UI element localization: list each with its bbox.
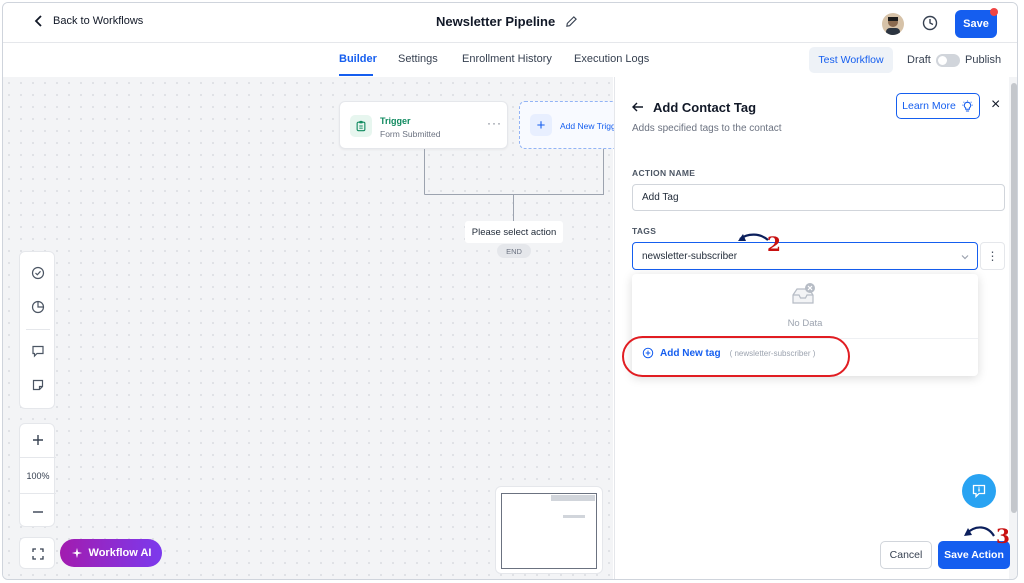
unsaved-indicator-dot <box>990 8 998 16</box>
plus-icon: + <box>530 114 552 136</box>
tab-settings[interactable]: Settings <box>398 53 438 65</box>
connector-line <box>424 149 425 194</box>
tags-label: TAGS <box>632 226 657 236</box>
select-action-node[interactable]: Please select action <box>465 221 563 243</box>
minimap[interactable] <box>495 486 603 574</box>
tab-execution-logs[interactable]: Execution Logs <box>574 53 649 65</box>
tags-input-value: newsletter-subscriber <box>642 250 738 262</box>
panel-title: Add Contact Tag <box>653 100 757 115</box>
minimap-viewport <box>501 493 597 569</box>
add-new-trigger-node[interactable]: + Add New Trigger <box>519 101 629 149</box>
tags-input[interactable]: newsletter-subscriber <box>632 242 978 270</box>
chat-info-icon <box>972 484 986 499</box>
fit-view-button[interactable] <box>19 537 55 569</box>
action-panel: Add Contact Tag Adds specified tags to t… <box>614 77 1009 579</box>
zoom-divider <box>20 457 56 458</box>
kebab-icon: ⋮ <box>986 249 999 263</box>
zoom-divider <box>20 493 56 494</box>
trigger-label: Trigger <box>380 116 411 126</box>
trigger-node[interactable]: Trigger Form Submitted ··· <box>339 101 508 149</box>
connector-line <box>513 194 514 221</box>
annotation-step-2: 2 <box>767 232 781 256</box>
lightbulb-icon <box>962 99 973 111</box>
connector-line <box>424 194 604 195</box>
tags-options-button[interactable]: ⋮ <box>980 242 1005 270</box>
highlight-oval <box>622 336 850 377</box>
tab-enrollment-history[interactable]: Enrollment History <box>462 53 552 65</box>
expand-icon <box>29 545 47 563</box>
action-name-input[interactable]: Add Tag <box>632 184 1005 211</box>
annotation-arrow-icon <box>738 233 769 241</box>
more-options-icon[interactable]: ··· <box>487 116 502 130</box>
clipboard-icon <box>350 115 372 137</box>
empty-inbox-icon <box>792 283 815 304</box>
end-node: END <box>497 244 531 258</box>
annotation-step-3: 3 <box>996 524 1010 548</box>
annotation-arrow-icon <box>964 526 995 537</box>
trigger-subtitle: Form Submitted <box>380 129 441 139</box>
check-circle-icon[interactable] <box>29 264 47 282</box>
draft-label: Draft <box>907 54 931 66</box>
workflow-ai-button[interactable]: Workflow AI <box>60 539 162 567</box>
history-icon[interactable] <box>921 14 939 32</box>
learn-more-label: Learn More <box>902 100 956 112</box>
panel-description: Adds specified tags to the contact <box>632 123 782 134</box>
sticky-note-icon[interactable] <box>29 376 47 394</box>
learn-more-button[interactable]: Learn More <box>896 93 980 119</box>
zoom-in-icon[interactable] <box>29 431 47 449</box>
app-window: Back to Workflows Newsletter Pipeline Sa… <box>2 2 1018 580</box>
minimap-node <box>563 515 585 518</box>
no-data-text: No Data <box>787 318 823 329</box>
workflow-canvas[interactable]: Trigger Form Submitted ··· + Add New Tri… <box>3 77 629 579</box>
chevron-left-icon <box>34 15 42 27</box>
workflow-title-text: Newsletter Pipeline <box>436 14 556 29</box>
tab-builder[interactable]: Builder <box>339 53 377 65</box>
zoom-controls: 100% <box>19 423 56 527</box>
pie-chart-icon[interactable] <box>29 298 47 316</box>
active-tab-indicator <box>339 74 373 76</box>
sparkle-icon <box>71 547 82 559</box>
connector-line <box>603 149 604 194</box>
user-avatar[interactable] <box>882 13 904 35</box>
workflow-title: Newsletter Pipeline <box>436 14 578 29</box>
action-name-label: ACTION NAME <box>632 168 696 178</box>
help-chat-button[interactable] <box>962 474 996 508</box>
chevron-down-icon[interactable] <box>960 252 970 262</box>
workflow-ai-label: Workflow AI <box>88 547 152 559</box>
back-label: Back to Workflows <box>53 15 144 27</box>
arrow-left-icon[interactable] <box>631 100 645 114</box>
zoom-out-icon[interactable] <box>29 503 47 521</box>
close-icon[interactable]: × <box>991 97 1000 113</box>
minimap-node <box>551 495 595 501</box>
panel-scrollbar-thumb[interactable] <box>1011 83 1017 513</box>
test-workflow-button[interactable]: Test Workflow <box>809 47 893 73</box>
back-to-workflows-link[interactable]: Back to Workflows <box>33 15 143 27</box>
publish-label: Publish <box>965 54 1002 66</box>
cancel-button[interactable]: Cancel <box>880 541 932 569</box>
canvas-toolbox <box>19 251 55 409</box>
publish-toggle[interactable] <box>936 54 960 67</box>
pencil-icon[interactable] <box>565 15 578 28</box>
comment-icon[interactable] <box>29 342 47 360</box>
zoom-level: 100% <box>26 471 50 481</box>
tab-bar: Builder Settings Enrollment History Exec… <box>3 43 1017 77</box>
top-bar: Back to Workflows Newsletter Pipeline Sa… <box>3 3 1017 43</box>
toolbox-divider <box>26 329 50 330</box>
